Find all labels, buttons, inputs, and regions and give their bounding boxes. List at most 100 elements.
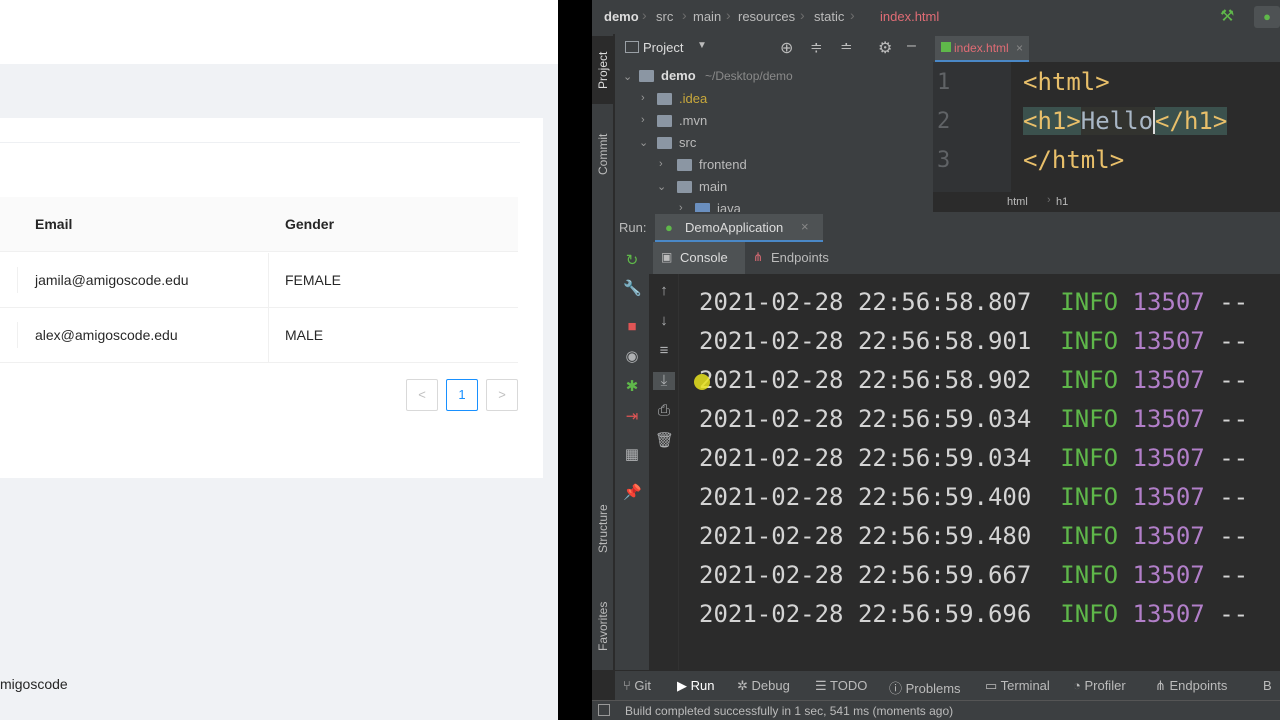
chevron-down-icon[interactable]: ⌄: [657, 180, 666, 193]
gender-cell: FEMALE: [285, 272, 342, 288]
tab-index-html[interactable]: index.html ×: [935, 36, 1030, 62]
tab-problems[interactable]: ⓘ Problems: [889, 678, 961, 697]
tab-more[interactable]: B: [1263, 678, 1272, 693]
debug-icon[interactable]: ✱: [623, 378, 641, 396]
chevron-down-icon[interactable]: ▼: [697, 40, 707, 51]
crumb-html[interactable]: html: [1007, 196, 1028, 208]
tab-todo[interactable]: ☰ TODO: [815, 678, 867, 694]
scroll-to-end-icon[interactable]: ⤓: [653, 372, 675, 390]
log-pid: 13507: [1132, 600, 1205, 628]
project-tool-label: Project: [596, 51, 610, 89]
expand-all-icon[interactable]: ≑: [810, 38, 823, 56]
tree-item-frontend[interactable]: frontend: [699, 157, 747, 172]
code-line-2[interactable]: <h1>Hello</h1>: [1023, 107, 1228, 135]
folder-icon: [657, 115, 672, 127]
log-level: INFO: [1060, 600, 1119, 628]
favorites-tool-tab[interactable]: Favorites: [592, 586, 614, 666]
stop-icon[interactable]: ■: [623, 318, 641, 336]
breadcrumb-file[interactable]: index.html: [880, 9, 939, 24]
h1-text: Hello: [1080, 107, 1154, 135]
arrow-up-icon[interactable]: ↑: [655, 282, 673, 300]
tab-git[interactable]: ⑂ Git: [623, 678, 651, 693]
soft-wrap-icon[interactable]: ≡: [655, 342, 673, 360]
tree-item-idea[interactable]: .idea: [679, 91, 707, 106]
chevron-right-icon[interactable]: ›: [659, 158, 663, 170]
camera-icon[interactable]: ◉: [623, 348, 641, 366]
divider: [17, 322, 18, 348]
commit-tool-tab[interactable]: Commit: [592, 122, 614, 186]
status-message: Build completed successfully in 1 sec, 5…: [625, 704, 954, 718]
run-config-icon[interactable]: ●: [1254, 6, 1280, 28]
chevron-right-icon: ›: [850, 7, 855, 23]
pin-icon[interactable]: 📌: [623, 484, 642, 502]
tab-endpoints-bottom[interactable]: ⋔ Endpoints: [1155, 678, 1227, 694]
tab-endpoints[interactable]: ⋔ Endpoints: [751, 242, 851, 274]
gear-icon[interactable]: ⚙: [878, 38, 892, 58]
breadcrumb-demo[interactable]: demo: [604, 9, 639, 24]
arrow-down-icon[interactable]: ↓: [655, 312, 673, 330]
tab-debug[interactable]: ✲ Debug: [737, 678, 790, 694]
crosshair-icon[interactable]: ⊕: [780, 38, 793, 58]
project-view-label[interactable]: Project: [643, 40, 683, 55]
log-rest: --: [1219, 600, 1249, 628]
tab-terminal[interactable]: ▭ Terminal: [985, 678, 1050, 694]
tree-item-main[interactable]: main: [699, 179, 727, 194]
exit-icon[interactable]: ⇥: [623, 408, 641, 426]
wrench-icon[interactable]: 🔧: [623, 280, 642, 298]
tree-item-mvn[interactable]: .mvn: [679, 113, 707, 128]
log-line: 2021-02-28 22:56:59.034 INFO 13507 --: [699, 405, 1248, 433]
table-row[interactable]: jamila@amigoscode.edu FEMALE: [0, 253, 518, 308]
table-header: Email Gender: [0, 197, 518, 252]
tree-item-demo[interactable]: demo: [661, 68, 696, 83]
log-line: 2021-02-28 22:56:58.901 INFO 13507 --: [699, 327, 1248, 355]
code-line-3[interactable]: </html>: [1023, 146, 1124, 174]
breadcrumb-src[interactable]: src: [656, 9, 673, 24]
layout-icon[interactable]: ▦: [623, 446, 641, 464]
collapse-all-icon[interactable]: ≐: [840, 38, 853, 56]
breadcrumb-main[interactable]: main: [693, 9, 721, 24]
minimize-icon[interactable]: –: [907, 37, 916, 55]
trash-icon[interactable]: 🗑: [655, 432, 674, 450]
run-config-tab[interactable]: ● DemoApplication ×: [655, 214, 823, 242]
chevron-right-icon[interactable]: ›: [641, 92, 645, 104]
tree-item-path: ~/Desktop/demo: [705, 69, 793, 83]
breadcrumb-resources[interactable]: resources: [738, 9, 795, 24]
editor-tabs: index.html ×: [933, 34, 1280, 62]
project-tool-tab[interactable]: Project: [592, 36, 614, 104]
close-icon[interactable]: ×: [801, 219, 809, 234]
run-label: Run:: [619, 220, 647, 235]
hammer-icon[interactable]: ⚒: [1220, 6, 1234, 26]
project-view-icon: [625, 41, 639, 53]
breadcrumb-static[interactable]: static: [814, 9, 844, 24]
screen: Email Gender jamila@amigoscode.edu FEMAL…: [0, 0, 1280, 720]
tab-run[interactable]: ▶ Run: [677, 678, 714, 694]
pagination-page-1[interactable]: 1: [446, 379, 478, 411]
tab-terminal-label: Terminal: [1000, 678, 1050, 693]
line-number: 1: [937, 70, 951, 95]
tab-profiler[interactable]: ◔ Profiler: [1073, 678, 1126, 693]
tab-console[interactable]: ▣ Console: [653, 242, 745, 274]
pagination-prev-button[interactable]: <: [406, 379, 438, 411]
chevron-right-icon[interactable]: ›: [641, 114, 645, 126]
pagination-next-button[interactable]: >: [486, 379, 518, 411]
layout-toggle-icon[interactable]: [598, 704, 610, 716]
console-output[interactable]: 2021-02-28 22:56:58.807 INFO 13507 -- 20…: [680, 274, 1280, 670]
chevron-down-icon[interactable]: ⌄: [623, 70, 632, 83]
rerun-icon[interactable]: ↻: [623, 252, 641, 270]
chevron-down-icon[interactable]: ⌄: [639, 136, 648, 149]
column-header-gender[interactable]: Gender: [285, 216, 334, 232]
log-pid: 13507: [1132, 366, 1205, 394]
table-row[interactable]: alex@amigoscode.edu MALE: [0, 308, 518, 363]
print-icon[interactable]: ⎙: [655, 402, 673, 420]
code-editor: index.html × 1 2 3 <html> <h1>Hello</h1>…: [933, 34, 1280, 212]
code-line-1[interactable]: <html>: [1023, 68, 1110, 96]
structure-tool-tab[interactable]: Structure: [592, 490, 614, 568]
tree-item-src[interactable]: src: [679, 135, 696, 150]
close-icon[interactable]: ×: [1016, 41, 1023, 55]
crumb-h1[interactable]: h1: [1056, 196, 1068, 208]
log-rest: --: [1219, 561, 1249, 589]
student-table-card: Email Gender jamila@amigoscode.edu FEMAL…: [0, 118, 543, 478]
column-header-email[interactable]: Email: [35, 216, 72, 232]
favorites-tool-label: Favorites: [596, 601, 610, 651]
log-level: INFO: [1060, 288, 1119, 316]
